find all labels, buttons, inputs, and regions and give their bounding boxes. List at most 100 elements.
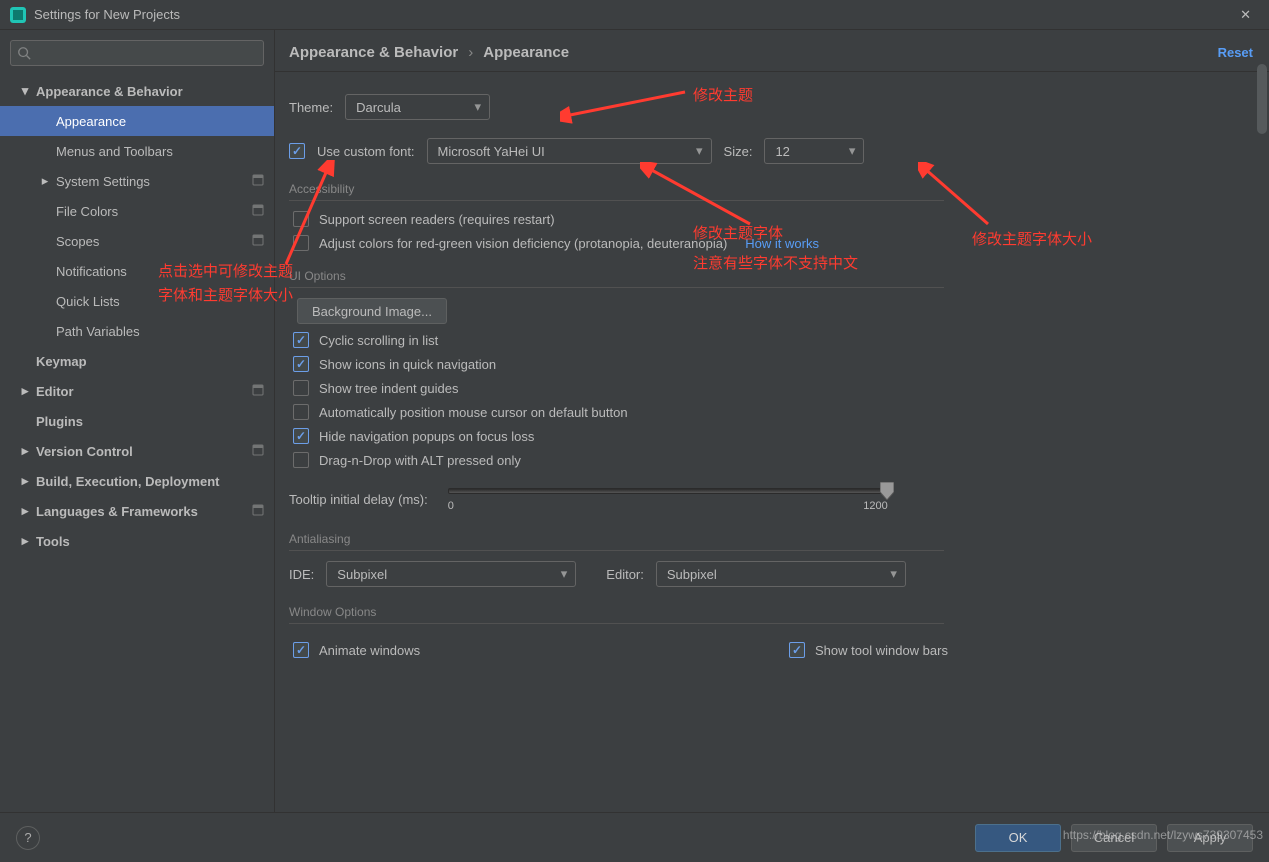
sidebar-item-label: Scopes [56, 234, 99, 249]
ui-option-checkbox-1[interactable] [293, 356, 309, 372]
close-icon[interactable]: ✕ [1232, 3, 1259, 27]
chevron-right-icon: ▸ [18, 473, 32, 489]
color-deficiency-checkbox[interactable] [293, 235, 309, 251]
sidebar-item-editor[interactable]: ▸ Editor [0, 376, 274, 406]
window-title: Settings for New Projects [34, 7, 1232, 22]
section-ui-options-title: UI Options [289, 269, 944, 288]
titlebar: Settings for New Projects ✕ [0, 0, 1269, 30]
size-combo[interactable]: 12 ▾ [764, 138, 864, 164]
sidebar-item-label: Appearance & Behavior [36, 84, 183, 99]
how-it-works-link[interactable]: How it works [745, 236, 819, 251]
font-value: Microsoft YaHei UI [438, 144, 545, 159]
screen-readers-checkbox[interactable] [293, 211, 309, 227]
sidebar-item-label: Build, Execution, Deployment [36, 474, 219, 489]
chevron-down-icon: ▾ [475, 99, 482, 115]
breadcrumb-l2: Appearance [483, 44, 569, 61]
sidebar: ▾ Appearance & Behavior Appearance Menus an… [0, 30, 275, 812]
chevron-down-icon: ▾ [890, 566, 897, 582]
ui-option-checkbox-0[interactable] [293, 332, 309, 348]
sidebar-item-label: System Settings [56, 174, 150, 189]
ok-button[interactable]: OK [975, 824, 1061, 852]
chevron-down-icon: ▾ [696, 143, 703, 159]
ide-aa-combo[interactable]: Subpixel ▾ [326, 561, 576, 587]
sidebar-item-label: Editor [36, 384, 74, 399]
scrollbar[interactable] [1257, 64, 1267, 812]
search-input[interactable] [10, 40, 264, 66]
sidebar-item-appearance-behavior[interactable]: ▾ Appearance & Behavior [0, 76, 274, 106]
sidebar-item-label: Appearance [56, 114, 126, 129]
sidebar-item-appearance[interactable]: Appearance [0, 106, 274, 136]
ui-option-checkbox-4[interactable] [293, 428, 309, 444]
sidebar-item-label: Menus and Toolbars [56, 144, 173, 159]
chevron-down-icon: ▾ [849, 143, 856, 159]
use-custom-font-checkbox[interactable] [289, 143, 305, 159]
sidebar-item-menus-and-toolbars[interactable]: Menus and Toolbars [0, 136, 274, 166]
app-icon [10, 7, 26, 23]
section-accessibility-title: Accessibility [289, 182, 944, 201]
content-area: Theme: Darcula ▾ Use custom font: Micros… [275, 72, 1269, 812]
project-level-icon [252, 444, 264, 459]
animate-windows-checkbox[interactable] [293, 642, 309, 658]
ui-option-checkbox-5[interactable] [293, 452, 309, 468]
color-deficiency-label: Adjust colors for red-green vision defic… [319, 236, 727, 251]
sidebar-item-build-execution-deployment[interactable]: ▸ Build, Execution, Deployment [0, 466, 274, 496]
ui-option-checkbox-2[interactable] [293, 380, 309, 396]
show-tool-window-bars-label: Show tool window bars [815, 643, 948, 658]
settings-tree: ▾ Appearance & Behavior Appearance Menus an… [0, 76, 274, 812]
main-panel: Appearance & Behavior › Appearance Reset… [275, 30, 1269, 812]
sidebar-item-file-colors[interactable]: File Colors [0, 196, 274, 226]
help-button[interactable]: ? [16, 826, 40, 850]
breadcrumb-l1: Appearance & Behavior [289, 44, 458, 61]
watermark: https://blog.csdn.net/lzyws739307453 [1063, 828, 1263, 842]
sidebar-item-label: Path Variables [56, 324, 140, 339]
breadcrumb: Appearance & Behavior › Appearance Reset [275, 30, 1269, 72]
chevron-right-icon: › [468, 44, 473, 61]
sidebar-item-label: Quick Lists [56, 294, 120, 309]
sidebar-item-keymap[interactable]: Keymap [0, 346, 274, 376]
chevron-right-icon: ▸ [18, 503, 32, 519]
ui-option-label: Automatically position mouse cursor on d… [319, 405, 628, 420]
ui-option-checkbox-3[interactable] [293, 404, 309, 420]
tooltip-delay-slider[interactable]: 0 1200 [448, 482, 888, 514]
reset-link[interactable]: Reset [1218, 45, 1253, 60]
sidebar-item-path-variables[interactable]: Path Variables [0, 316, 274, 346]
sidebar-item-label: Keymap [36, 354, 87, 369]
sidebar-item-version-control[interactable]: ▸ Version Control [0, 436, 274, 466]
ui-option-label: Drag-n-Drop with ALT pressed only [319, 453, 521, 468]
sidebar-item-label: File Colors [56, 204, 118, 219]
sidebar-item-languages-frameworks[interactable]: ▸ Languages & Frameworks [0, 496, 274, 526]
background-image-button[interactable]: Background Image... [297, 298, 447, 324]
slider-thumb-icon[interactable] [880, 482, 894, 500]
size-label: Size: [724, 144, 753, 159]
sidebar-item-notifications[interactable]: Notifications [0, 256, 274, 286]
sidebar-item-tools[interactable]: ▸ Tools [0, 526, 274, 556]
section-antialiasing-title: Antialiasing [289, 532, 944, 551]
chevron-right-icon: ▸ [18, 533, 32, 549]
animate-windows-label: Animate windows [319, 643, 420, 658]
sidebar-item-label: Languages & Frameworks [36, 504, 198, 519]
chevron-right-icon: ▸ [18, 443, 32, 459]
chevron-right-icon: ▸ [18, 383, 32, 399]
project-level-icon [252, 174, 264, 189]
sidebar-item-system-settings[interactable]: ▸ System Settings [0, 166, 274, 196]
size-value: 12 [775, 144, 789, 159]
sidebar-item-scopes[interactable]: Scopes [0, 226, 274, 256]
sidebar-item-label: Notifications [56, 264, 127, 279]
editor-aa-combo[interactable]: Subpixel ▾ [656, 561, 906, 587]
theme-combo[interactable]: Darcula ▾ [345, 94, 490, 120]
ui-option-label: Show tree indent guides [319, 381, 458, 396]
chevron-down-icon: ▾ [561, 566, 568, 582]
sidebar-item-label: Tools [36, 534, 70, 549]
sidebar-item-plugins[interactable]: Plugins [0, 406, 274, 436]
show-tool-window-bars-checkbox[interactable] [789, 642, 805, 658]
editor-aa-label: Editor: [606, 567, 644, 582]
sidebar-item-label: Version Control [36, 444, 133, 459]
chevron-right-icon: ▸ [38, 173, 52, 189]
font-combo[interactable]: Microsoft YaHei UI ▾ [427, 138, 712, 164]
project-level-icon [252, 234, 264, 249]
sidebar-item-quick-lists[interactable]: Quick Lists [0, 286, 274, 316]
chevron-down-icon: ▾ [18, 83, 32, 99]
sidebar-item-label: Plugins [36, 414, 83, 429]
theme-label: Theme: [289, 100, 333, 115]
project-level-icon [252, 204, 264, 219]
